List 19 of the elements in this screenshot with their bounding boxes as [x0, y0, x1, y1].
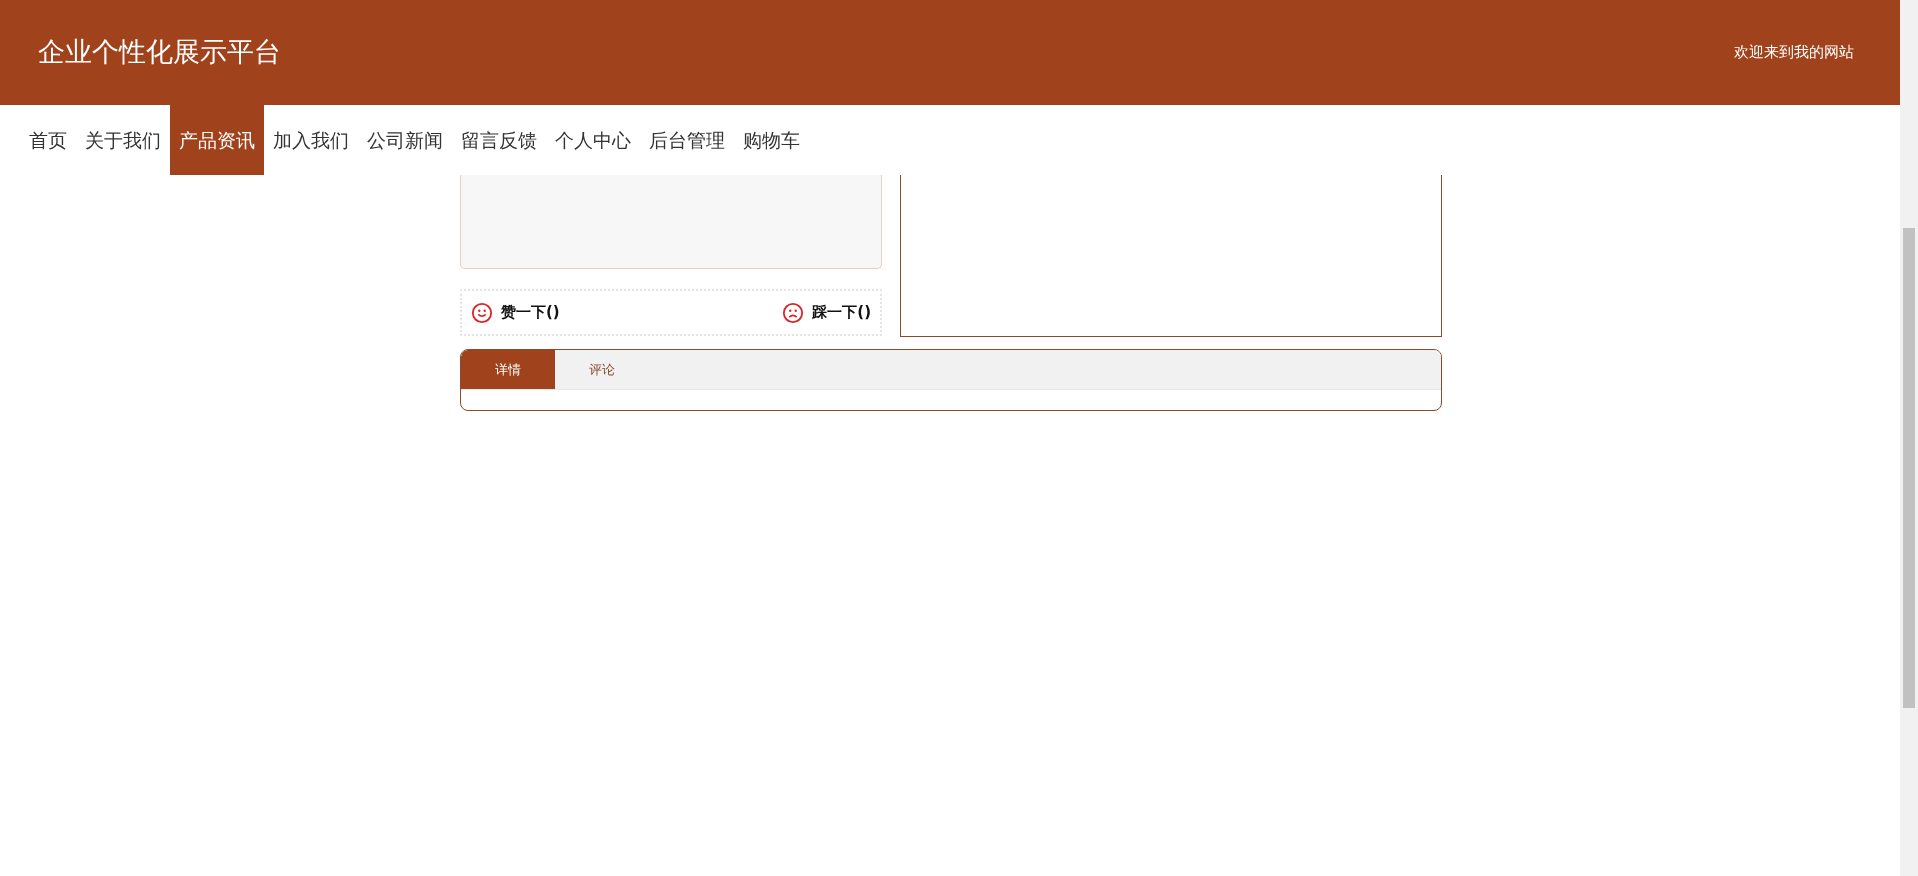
scrollbar[interactable]	[1900, 0, 1918, 876]
scrollbar-thumb[interactable]	[1903, 228, 1915, 708]
sad-face-icon	[782, 301, 805, 324]
nav-link[interactable]: 后台管理	[640, 105, 734, 175]
nav-link[interactable]: 产品资讯	[170, 105, 264, 175]
dislike-button[interactable]: 踩一下()	[782, 301, 871, 324]
tab[interactable]: 详情	[461, 350, 555, 389]
nav-link[interactable]: 首页	[20, 105, 76, 175]
nav-link[interactable]: 个人中心	[546, 105, 640, 175]
tab[interactable]: 评论	[555, 350, 649, 389]
like-button[interactable]: 赞一下()	[471, 301, 560, 324]
nav-link[interactable]: 留言反馈	[452, 105, 546, 175]
site-title: 企业个性化展示平台	[38, 35, 281, 70]
nav-link[interactable]: 公司新闻	[358, 105, 452, 175]
nav-link[interactable]: 加入我们	[264, 105, 358, 175]
smiley-icon	[471, 301, 493, 324]
nav-link[interactable]: 购物车	[734, 105, 809, 175]
welcome-text: 欢迎来到我的网站	[1734, 42, 1854, 64]
nav-link[interactable]: 关于我们	[76, 105, 170, 175]
